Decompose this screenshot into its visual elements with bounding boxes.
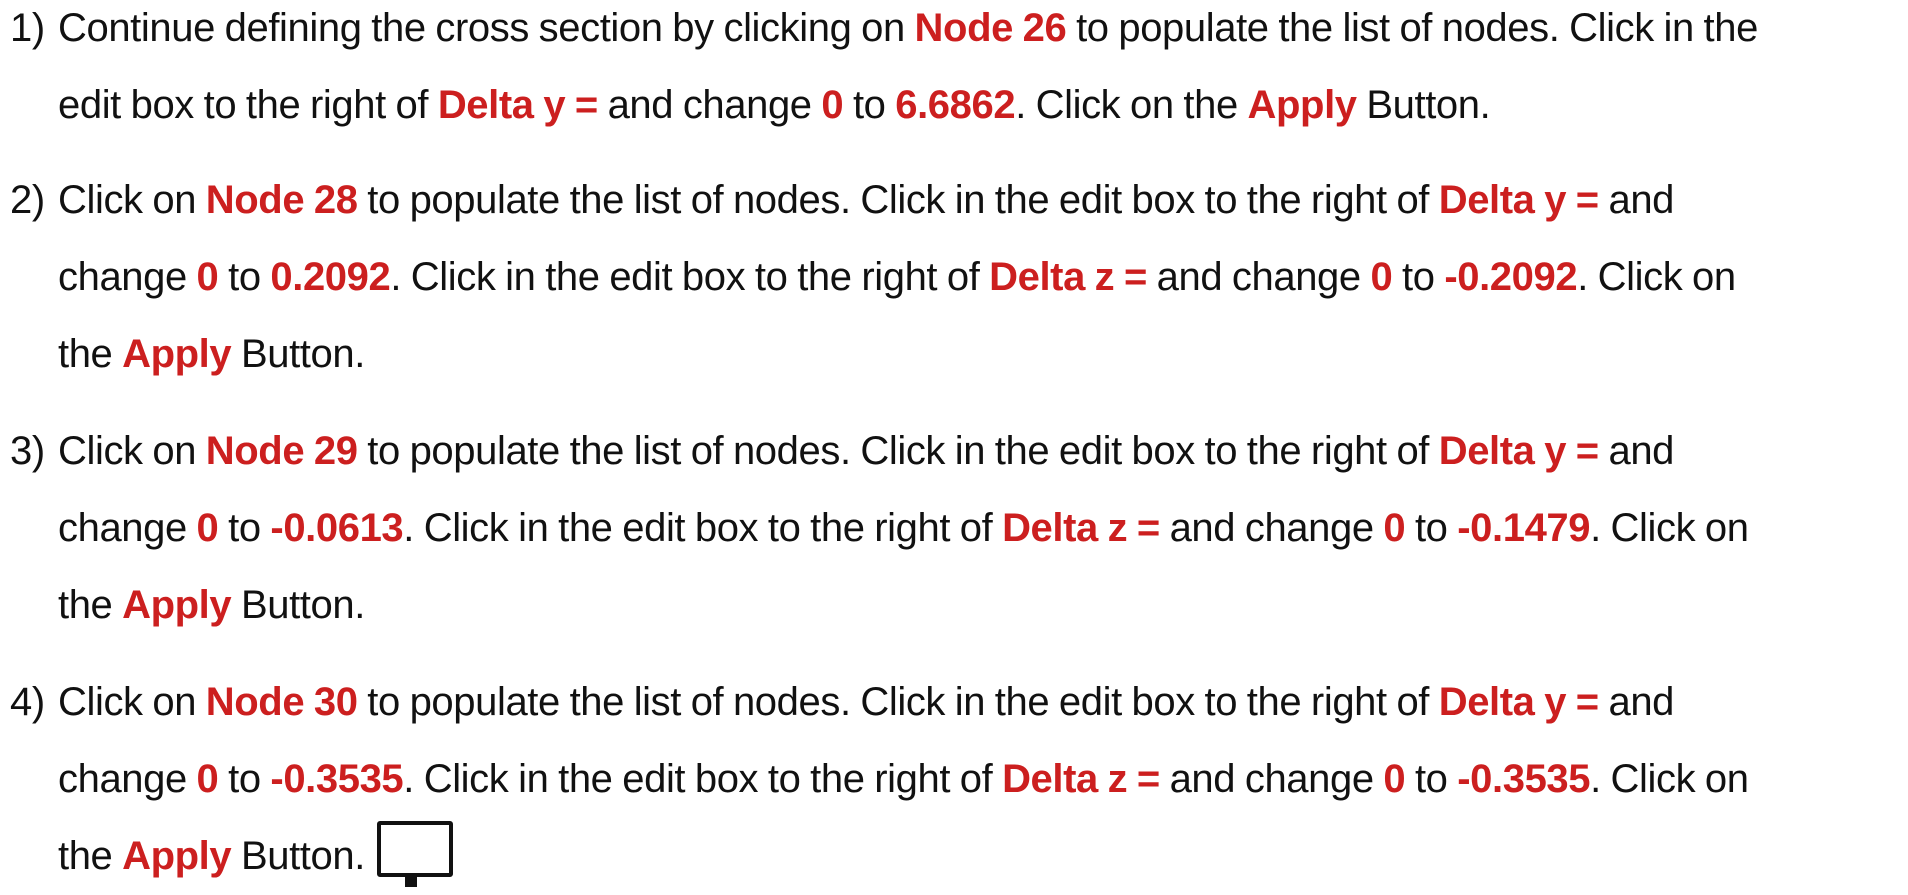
text-run: to	[218, 757, 271, 801]
highlight-node-name: Node 28	[205, 178, 358, 222]
step-line: the Apply Button.	[10, 567, 1900, 644]
text-run: Click on	[58, 178, 206, 222]
highlight-field-label: Delta y =	[437, 83, 598, 127]
text-run: and	[1598, 178, 1675, 222]
highlight-new-value: -0.3535	[1457, 757, 1591, 801]
highlight-old-value: 0	[1383, 757, 1406, 801]
text-run: and	[1598, 429, 1675, 473]
text-run: edit box to the right of	[58, 83, 438, 127]
step-number: 2)	[10, 178, 45, 222]
text-run: to populate the list of nodes. Click in …	[1066, 6, 1758, 50]
text-run: Click on	[58, 429, 206, 473]
text-run: to populate the list of nodes. Click in …	[357, 429, 1439, 473]
text-run: Continue defining the cross section by c…	[58, 6, 915, 50]
step-line: 3) Click on Node 29 to populate the list …	[10, 413, 1900, 490]
text-run: change	[58, 255, 197, 299]
highlight-new-value: -0.0613	[270, 506, 404, 550]
highlight-old-value: 0	[821, 83, 844, 127]
text-run: change	[58, 506, 197, 550]
text-run: . Click on the	[1015, 83, 1248, 127]
highlight-field-label: Delta z =	[989, 255, 1147, 299]
highlight-new-value: -0.2092	[1444, 255, 1578, 299]
text-run: and change	[1159, 757, 1384, 801]
highlight-apply-label: Apply	[1247, 83, 1358, 127]
text-run: . Click on	[1590, 506, 1749, 550]
highlight-old-value: 0	[196, 757, 219, 801]
text-run: . Click in the edit box to the right of	[390, 255, 990, 299]
highlight-field-label: Delta z =	[1002, 757, 1160, 801]
monitor-screen	[376, 821, 453, 877]
text-run: to	[843, 83, 896, 127]
highlight-new-value: -0.3535	[270, 757, 404, 801]
instruction-step-2: 2) Click on Node 28 to populate the list …	[10, 162, 1900, 393]
instruction-step-3: 3) Click on Node 29 to populate the list …	[10, 413, 1900, 644]
highlight-field-label: Delta y =	[1438, 178, 1599, 222]
text-run: and	[1598, 680, 1675, 724]
text-run: and change	[597, 83, 822, 127]
text-run: . Click in the edit box to the right of	[403, 506, 1003, 550]
text-run: change	[58, 757, 197, 801]
step-line: change 0 to -0.3535. Click in the edit b…	[10, 741, 1900, 818]
text-run: Click on	[58, 680, 206, 724]
highlight-new-value: -0.1479	[1457, 506, 1591, 550]
instruction-step-1: 1) Continue defining the cross section by…	[10, 0, 1900, 144]
step-number: 3)	[10, 429, 45, 473]
step-number: 1)	[10, 6, 45, 50]
step-line: 4) Click on Node 30 to populate the list …	[10, 664, 1900, 741]
highlight-apply-label: Apply	[122, 332, 232, 376]
text-run: to	[1405, 757, 1458, 801]
highlight-old-value: 0	[196, 506, 219, 550]
step-line: 2) Click on Node 28 to populate the list …	[10, 162, 1900, 239]
step-line: the Apply Button.	[10, 818, 1900, 895]
text-run: Button.	[231, 583, 365, 627]
text-run: to	[1392, 255, 1445, 299]
step-line: edit box to the right of Delta y = and c…	[10, 67, 1900, 144]
highlight-field-label: Delta y =	[1438, 680, 1599, 724]
text-run: . Click on	[1590, 757, 1749, 801]
instruction-step-4: 4) Click on Node 30 to populate the list …	[10, 664, 1900, 895]
highlight-new-value: 6.6862	[895, 83, 1016, 127]
highlight-old-value: 0	[196, 255, 219, 299]
text-run: to populate the list of nodes. Click in …	[357, 680, 1439, 724]
step-number: 4)	[10, 680, 45, 724]
text-run: and change	[1159, 506, 1384, 550]
text-run: Button.	[1356, 83, 1491, 127]
monitor-icon	[375, 821, 453, 887]
highlight-old-value: 0	[1370, 255, 1393, 299]
text-run: to	[218, 255, 271, 299]
text-run: Button.	[231, 834, 365, 878]
highlight-apply-label: Apply	[122, 583, 232, 627]
highlight-old-value: 0	[1383, 506, 1406, 550]
text-run: to	[218, 506, 271, 550]
instruction-document: 1) Continue defining the cross section by…	[0, 0, 1908, 887]
text-run: . Click in the edit box to the right of	[403, 757, 1003, 801]
step-line: the Apply Button.	[10, 316, 1900, 393]
text-run: the	[58, 834, 123, 878]
text-run: . Click on	[1577, 255, 1736, 299]
highlight-field-label: Delta z =	[1002, 506, 1160, 550]
step-line: 1) Continue defining the cross section by…	[10, 0, 1900, 67]
text-run: and change	[1146, 255, 1371, 299]
highlight-node-name: Node 30	[205, 680, 358, 724]
highlight-field-label: Delta y =	[1438, 429, 1599, 473]
step-line: change 0 to 0.2092. Click in the edit bo…	[10, 239, 1900, 316]
step-line: change 0 to -0.0613. Click in the edit b…	[10, 490, 1900, 567]
highlight-node-name: Node 26	[914, 6, 1067, 50]
text-run: to populate the list of nodes. Click in …	[357, 178, 1439, 222]
text-run: the	[58, 583, 123, 627]
highlight-apply-label: Apply	[122, 834, 232, 878]
text-run: to	[1405, 506, 1458, 550]
highlight-node-name: Node 29	[205, 429, 358, 473]
highlight-new-value: 0.2092	[270, 255, 391, 299]
text-run: Button.	[231, 332, 365, 376]
text-run: the	[58, 332, 123, 376]
